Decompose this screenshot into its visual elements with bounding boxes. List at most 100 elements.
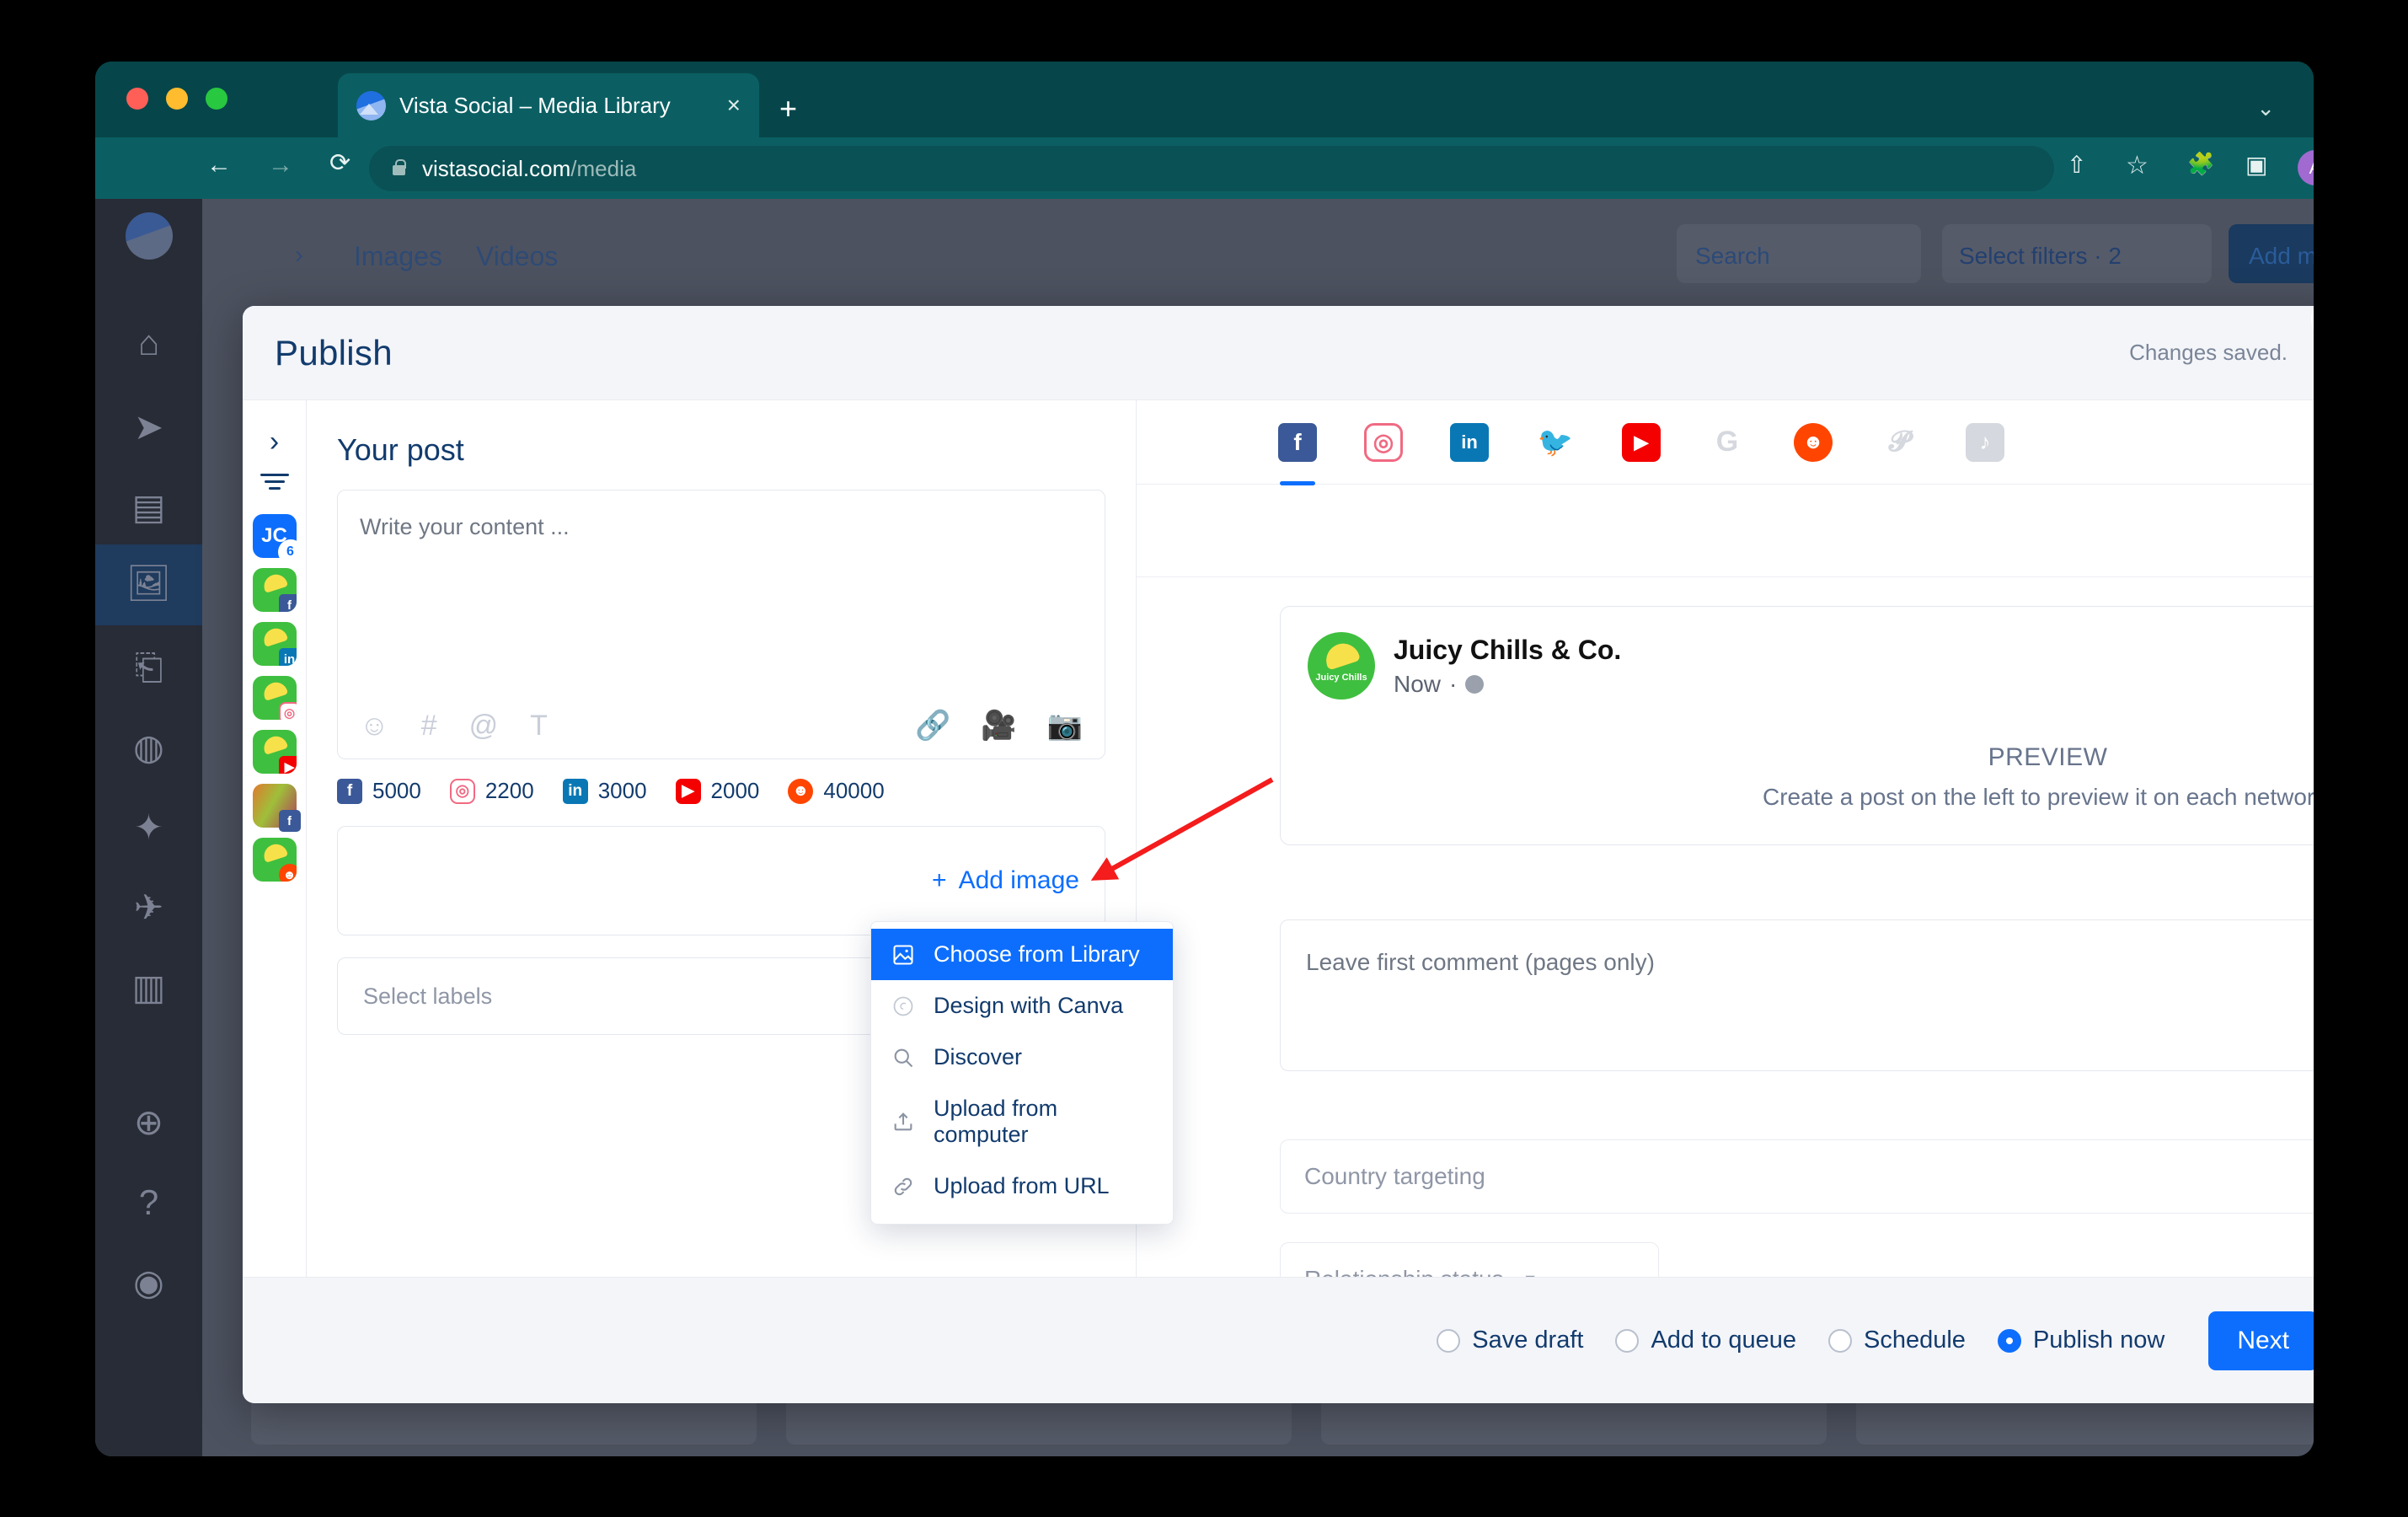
relationship-status-select[interactable]: Relationship status ▾ xyxy=(1280,1242,1659,1277)
sidebar-item-listening[interactable]: ◍ xyxy=(95,730,202,765)
tab-network-google[interactable]: G xyxy=(1708,423,1747,462)
menu-item-design-with-canva[interactable]: Design with Canva xyxy=(871,980,1173,1032)
sidebar-item-home[interactable]: ⌂ xyxy=(95,325,202,361)
filter-icon[interactable] xyxy=(260,474,289,492)
back-button[interactable]: ← xyxy=(206,153,232,178)
profile-avatar-youtube[interactable]: ▶ xyxy=(252,730,297,774)
new-tab-button[interactable]: + xyxy=(779,94,797,124)
google-icon: G xyxy=(1715,426,1739,458)
profile-avatar-linkedin[interactable]: in xyxy=(252,622,297,666)
select-filters-button[interactable]: Select filters · 2 xyxy=(1942,224,2212,283)
tab-videos[interactable]: Videos xyxy=(476,241,558,272)
sidebar-item-reviews[interactable]: ✦ xyxy=(95,810,202,845)
sidebar-item-add[interactable]: ⊕ xyxy=(95,1105,202,1140)
menu-item-label: Upload from URL xyxy=(934,1173,1110,1198)
forward-button[interactable]: → xyxy=(268,153,293,178)
profile-avatar-facebook-secondary[interactable]: f xyxy=(252,784,301,832)
tab-network-facebook[interactable]: f xyxy=(1278,422,1317,485)
country-targeting-placeholder: Country targeting xyxy=(1304,1163,1485,1189)
close-window-button[interactable] xyxy=(126,88,148,110)
post-content-editor[interactable]: Write your content ... ☺ # @ T 🔗 🎥 📷 xyxy=(337,490,1105,759)
tab-network-tiktok[interactable]: ♪ xyxy=(1966,422,2004,462)
sidebar-item-inbox[interactable]: ⎗ xyxy=(95,650,202,685)
close-tab-icon[interactable]: × xyxy=(727,94,741,117)
preview-label: PREVIEW xyxy=(1988,743,2108,771)
side-panel-icon[interactable]: ▣ xyxy=(2245,151,2267,179)
modal-body: › JC 6 f in ◎ ▶ f ☻ Your post Write your… xyxy=(243,400,2314,1277)
facebook-icon: f xyxy=(278,810,301,832)
browser-tab-strip: Vista Social – Media Library × + ⌄ xyxy=(95,62,2314,137)
lock-icon xyxy=(393,159,406,175)
country-targeting-select[interactable]: Country targeting ▾ xyxy=(1280,1139,2314,1214)
link-icon[interactable]: 🔗 xyxy=(915,711,950,740)
profile-avatar-facebook[interactable]: f xyxy=(252,568,297,612)
sidebar-item-media[interactable]: 🖼 xyxy=(95,566,202,601)
media-search-input[interactable]: Search xyxy=(1677,224,1921,283)
tab-network-linkedin[interactable]: in xyxy=(1450,422,1489,462)
emoji-icon[interactable]: ☺ xyxy=(360,711,389,740)
menu-item-label: Upload from computer xyxy=(934,1096,1058,1147)
profile-avatar-instagram[interactable]: ◎ xyxy=(252,676,297,720)
sidebar-item-calendar[interactable]: ▤ xyxy=(95,490,202,525)
sidebar-item-help[interactable]: ? xyxy=(95,1185,202,1220)
radio-save-draft[interactable]: Save draft xyxy=(1437,1327,1583,1354)
menu-item-discover[interactable]: Discover xyxy=(871,1032,1173,1083)
browser-profile-avatar[interactable]: A xyxy=(2298,150,2314,185)
menu-item-upload-from-url[interactable]: Upload from URL xyxy=(871,1161,1173,1212)
video-camera-icon[interactable]: 🎥 xyxy=(981,711,1016,740)
hashtag-icon[interactable]: # xyxy=(421,711,437,740)
menu-item-label: Design with Canva xyxy=(934,993,1124,1018)
profile-group-avatar[interactable]: JC 6 xyxy=(252,514,302,563)
radio-add-to-queue[interactable]: Add to queue xyxy=(1615,1327,1796,1354)
bookmark-star-icon[interactable]: ☆ xyxy=(2126,151,2148,180)
tiktok-icon: ♪ xyxy=(1979,429,1991,454)
profile-avatar-reddit[interactable]: ☻ xyxy=(252,838,297,882)
sidebar-item-employee-advocacy[interactable]: ✈ xyxy=(95,890,202,925)
pinterest-icon: 𝓟 xyxy=(1888,426,1910,458)
tab-network-pinterest[interactable]: 𝓟 xyxy=(1880,423,1918,462)
minimize-window-button[interactable] xyxy=(166,88,188,110)
sidebar-item-user-avatar[interactable]: ◉ xyxy=(95,1265,202,1300)
radio-label: Schedule xyxy=(1864,1327,1966,1354)
browser-tab[interactable]: Vista Social – Media Library × xyxy=(338,73,759,137)
reload-button[interactable]: ⟳ xyxy=(329,151,350,176)
address-bar[interactable]: vistasocial.com/media xyxy=(369,146,2054,191)
tab-network-youtube[interactable]: ▶ xyxy=(1622,422,1661,462)
instagram-icon: ◎ xyxy=(449,778,475,804)
add-media-button[interactable]: Add media xyxy=(2229,224,2314,283)
mention-icon[interactable]: @ xyxy=(469,711,499,740)
next-button[interactable]: Next xyxy=(2208,1311,2314,1370)
radio-schedule[interactable]: Schedule xyxy=(1828,1327,1966,1354)
camera-icon[interactable]: 📷 xyxy=(1047,711,1083,740)
maximize-window-button[interactable] xyxy=(206,88,227,110)
first-comment-input[interactable]: Leave first comment (pages only) xyxy=(1280,919,2314,1071)
tab-images[interactable]: Images xyxy=(354,241,442,272)
network-tabs: f ◎ in 🐦 ▶ G ☻ 𝓟 ♪ xyxy=(1137,400,2314,485)
menu-item-choose-from-library[interactable]: Choose from Library xyxy=(871,929,1173,980)
share-icon[interactable]: ⇧ xyxy=(2067,151,2086,179)
youtube-icon: ▶ xyxy=(1634,431,1649,453)
radio-label: Add to queue xyxy=(1651,1327,1796,1354)
tab-network-instagram[interactable]: ◎ xyxy=(1364,422,1403,462)
modal-title: Publish xyxy=(275,332,393,373)
sidebar-item-publish[interactable]: ➤ xyxy=(95,410,202,445)
instagram-icon: ◎ xyxy=(1373,429,1394,455)
extensions-puzzle-icon[interactable]: 🧩 xyxy=(2187,151,2214,177)
publish-modal: Publish Changes saved. › JC 6 f in ◎ ▶ f… xyxy=(243,306,2314,1403)
preview-post-time: Now xyxy=(1394,670,1442,697)
char-count-value: 40000 xyxy=(823,778,885,803)
add-image-button[interactable]: + Add image xyxy=(932,866,1079,895)
collapse-chevron-icon[interactable]: › xyxy=(295,241,303,270)
linkedin-icon: in xyxy=(1461,431,1478,453)
radio-publish-now[interactable]: Publish now xyxy=(1997,1327,2165,1354)
chevron-down-icon[interactable]: ⌄ xyxy=(2256,95,2275,121)
menu-item-upload-from-computer[interactable]: Upload from computer xyxy=(871,1083,1173,1161)
meta-separator: · xyxy=(1449,670,1458,697)
text-format-icon[interactable]: T xyxy=(530,711,548,740)
tab-network-twitter[interactable]: 🐦 xyxy=(1536,423,1575,462)
composer-media-tools: 🔗 🎥 📷 xyxy=(885,711,1083,740)
expand-rail-icon[interactable]: › xyxy=(270,426,279,458)
facebook-icon: f xyxy=(1293,428,1302,455)
tab-network-reddit[interactable]: ☻ xyxy=(1794,422,1833,462)
sidebar-item-reports[interactable]: ▥ xyxy=(95,970,202,1005)
